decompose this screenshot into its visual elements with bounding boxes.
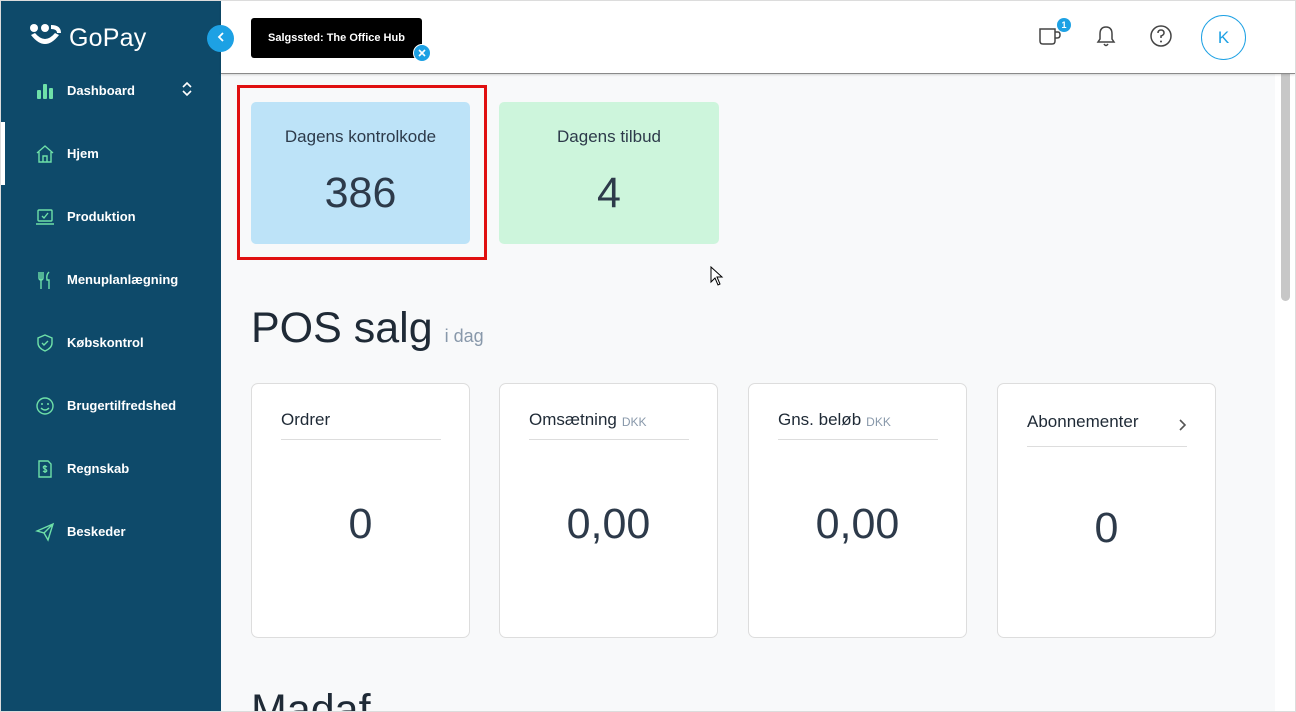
card-header: Gns. beløb DKK <box>778 410 938 440</box>
notification-count-badge: 1 <box>1057 18 1071 32</box>
sidebar-item-produktion[interactable]: Produktion <box>1 185 221 248</box>
mouse-cursor-icon <box>710 265 724 293</box>
orders-card: Ordrer 0 <box>251 383 470 638</box>
notifications-button[interactable] <box>1093 25 1119 51</box>
offers-value: 4 <box>597 169 621 217</box>
revenue-card: Omsætning DKK 0,00 <box>499 383 718 638</box>
fork-knife-icon <box>35 270 55 290</box>
send-icon <box>35 522 55 542</box>
expand-collapse-icon[interactable] <box>181 81 193 100</box>
card-unit: DKK <box>621 415 647 429</box>
offers-card[interactable]: Dagens tilbud 4 <box>499 102 719 244</box>
sidebar-item-label: Produktion <box>67 209 136 224</box>
app-window: GoPay Dashboard Hjem Produktion Menuplan… <box>0 0 1296 712</box>
smiley-icon <box>35 396 55 416</box>
logo-text: GoPay <box>69 24 147 52</box>
control-code-label: Dagens kontrolkode <box>284 127 437 146</box>
sidebar-item-brugertilfredshed[interactable]: Brugertilfredshed <box>1 374 221 437</box>
sidebar-item-label: Købskontrol <box>67 335 144 350</box>
sidebar-item-regnskab[interactable]: Regnskab <box>1 437 221 500</box>
collapse-sidebar-button[interactable] <box>207 25 234 52</box>
help-icon <box>1149 24 1173 53</box>
main-content: Dagens kontrolkode 386 Dagens tilbud 4 P… <box>221 74 1275 712</box>
sidebar-item-kobskontrol[interactable]: Købskontrol <box>1 311 221 374</box>
sidebar-item-menuplanlaegning[interactable]: Menuplanlægning <box>1 248 221 311</box>
card-header: Ordrer <box>281 410 441 440</box>
sidebar-item-beskeder[interactable]: Beskeder <box>1 500 221 563</box>
subscriptions-value: 0 <box>1094 504 1119 552</box>
card-title: Abonnementer <box>1027 412 1139 431</box>
subscriptions-card[interactable]: Abonnementer 0 <box>997 383 1216 638</box>
sidebar-item-label: Dashboard <box>67 83 135 98</box>
card-header: Abonnementer <box>1027 412 1187 447</box>
home-icon <box>35 144 55 164</box>
revenue-value: 0,00 <box>566 500 651 548</box>
sidebar-nav: Dashboard Hjem Produktion Menuplanlægnin… <box>1 59 221 563</box>
card-header: Omsætning DKK <box>529 410 689 440</box>
invoice-icon <box>35 459 55 479</box>
close-icon <box>418 44 426 62</box>
sidebar-item-label: Brugertilfredshed <box>67 398 177 413</box>
gopay-logo[interactable]: GoPay <box>29 23 146 54</box>
sidebar-item-label: Beskeder <box>67 524 126 539</box>
sidebar-item-label: Menuplanlægning <box>67 272 179 287</box>
next-section-title: Madaf... <box>251 686 407 712</box>
sidebar: GoPay Dashboard Hjem Produktion Menuplan… <box>1 1 221 711</box>
user-avatar[interactable]: K <box>1201 15 1246 60</box>
card-title: Gns. beløb <box>778 410 862 429</box>
sales-point-label: Salgssted: The Office Hub <box>268 32 405 44</box>
scrollbar-thumb[interactable] <box>1281 65 1290 301</box>
chevron-left-icon <box>216 30 226 48</box>
bar-chart-icon <box>35 81 55 101</box>
pos-title: POS salg <box>251 304 433 352</box>
production-icon <box>35 207 55 227</box>
control-code-card: Dagens kontrolkode 386 <box>251 102 470 244</box>
sales-point-chip[interactable]: Salgssted: The Office Hub <box>251 18 422 58</box>
sidebar-item-label: Hjem <box>67 146 99 161</box>
average-amount-card: Gns. beløb DKK 0,00 <box>748 383 967 638</box>
card-unit: DKK <box>866 415 891 429</box>
card-title: Ordrer <box>281 410 331 429</box>
sidebar-item-hjem[interactable]: Hjem <box>1 122 221 185</box>
average-amount-value: 0,00 <box>815 500 900 548</box>
shield-check-icon <box>35 333 55 353</box>
pos-section-title: POS salg i dag <box>251 304 484 353</box>
control-code-value: 386 <box>324 169 397 217</box>
help-button[interactable] <box>1148 24 1174 53</box>
card-title: Omsætning <box>529 410 617 429</box>
sidebar-item-label: Regnskab <box>67 461 130 476</box>
pos-subtitle: i dag <box>444 326 484 346</box>
bell-icon <box>1095 24 1117 53</box>
sidebar-item-dashboard[interactable]: Dashboard <box>1 59 221 122</box>
offers-label: Dagens tilbud <box>557 127 661 146</box>
gopay-logo-icon <box>29 23 61 54</box>
orders-value: 0 <box>348 500 373 548</box>
top-bar: Salgssted: The Office Hub 1 K <box>221 1 1295 74</box>
chevron-right-icon[interactable] <box>1177 418 1187 437</box>
remove-sales-point-button[interactable] <box>413 44 431 62</box>
